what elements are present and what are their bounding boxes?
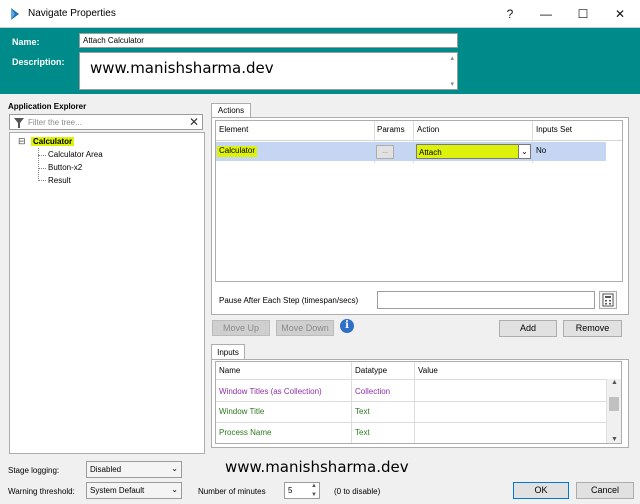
col-value: Value xyxy=(418,366,438,375)
minutes-stepper[interactable]: 5 ▲ ▼ xyxy=(284,482,320,499)
chevron-down-icon: ⌄ xyxy=(171,485,178,494)
close-button[interactable]: ✕ xyxy=(602,0,638,28)
blueprism-app-icon xyxy=(11,8,19,20)
move-up-button[interactable]: Move Up xyxy=(212,320,270,336)
actions-grid: Element Params Action Inputs Set Calcula… xyxy=(215,120,623,282)
chevron-down-icon[interactable]: ⌄ xyxy=(518,145,530,158)
title-bar: Navigate Properties ? — ☐ ✕ xyxy=(0,0,640,28)
description-label: Description: xyxy=(12,57,65,67)
inputs-scrollbar[interactable]: ▲ ▼ xyxy=(606,379,621,443)
clear-filter-icon[interactable]: ✕ xyxy=(189,115,199,129)
input-type-process-name: Text xyxy=(355,428,370,437)
explorer-title: Application Explorer xyxy=(8,102,87,111)
pause-label: Pause After Each Step (timespan/secs) xyxy=(219,296,359,305)
action-dropdown-value: Attach xyxy=(419,148,442,157)
header-band: Name: Attach Calculator Description: www… xyxy=(0,28,640,94)
input-name-window-title: Window Title xyxy=(219,407,265,416)
col-inputs-set: Inputs Set xyxy=(536,125,573,134)
tab-inputs[interactable]: Inputs xyxy=(211,344,245,360)
scrollbar-thumb[interactable] xyxy=(609,397,619,411)
tree-item-calculator[interactable]: Calculator xyxy=(31,137,75,146)
tree-item-calculator-area[interactable]: Calculator Area xyxy=(48,150,103,159)
move-down-button[interactable]: Move Down xyxy=(276,320,334,336)
cancel-button[interactable]: Cancel xyxy=(576,482,634,499)
input-value-window-titles[interactable] xyxy=(416,381,604,400)
stage-logging-label: Stage logging: xyxy=(8,466,60,475)
maximize-button[interactable]: ☐ xyxy=(565,0,601,28)
tree-item-button-x2[interactable]: Button-x2 xyxy=(48,163,82,172)
input-type-window-title: Text xyxy=(355,407,370,416)
inputs-grid: Name Datatype Value Window Titles (as Co… xyxy=(215,361,622,444)
action-dropdown[interactable]: Attach ⌄ xyxy=(416,144,531,159)
application-tree: ⊟ Calculator Calculator Area Button-x2 R… xyxy=(9,132,205,454)
info-icon[interactable]: i xyxy=(340,319,354,333)
filter-placeholder: Filter the tree... xyxy=(28,118,82,127)
scroll-down-icon[interactable]: ▼ xyxy=(611,436,618,443)
col-datatype: Datatype xyxy=(355,366,388,375)
input-name-process-name: Process Name xyxy=(219,428,272,437)
remove-button[interactable]: Remove xyxy=(563,320,622,337)
disable-hint: (0 to disable) xyxy=(334,487,381,496)
input-value-process-name[interactable] xyxy=(416,424,604,442)
tab-actions[interactable]: Actions xyxy=(211,103,251,118)
ok-button[interactable]: OK xyxy=(513,482,569,499)
name-label: Name: xyxy=(12,37,40,47)
input-value-window-title[interactable] xyxy=(416,403,604,421)
tree-filter[interactable]: Filter the tree... ✕ xyxy=(9,114,203,130)
col-element: Element xyxy=(219,125,249,134)
action-row[interactable]: Calculator ... Attach ⌄ No xyxy=(216,142,606,161)
warning-threshold-value: System Default xyxy=(90,486,145,495)
warning-threshold-select[interactable]: System Default ⌄ xyxy=(86,482,182,499)
row-inputs-set: No xyxy=(536,146,547,155)
scroll-up-icon[interactable]: ▴ xyxy=(450,54,454,62)
minimize-button[interactable]: — xyxy=(528,0,564,28)
stage-logging-select[interactable]: Disabled ⌄ xyxy=(86,461,182,478)
chevron-down-icon: ⌄ xyxy=(171,464,178,473)
row-element: Calculator xyxy=(217,146,257,157)
pause-field[interactable] xyxy=(377,291,595,309)
step-down-icon[interactable]: ▼ xyxy=(311,492,317,498)
tree-item-result[interactable]: Result xyxy=(48,176,71,185)
input-name-window-titles: Window Titles (as Collection) xyxy=(219,387,322,396)
scroll-down-icon[interactable]: ▾ xyxy=(450,80,454,88)
window-title: Navigate Properties xyxy=(28,8,116,19)
scroll-up-icon[interactable]: ▲ xyxy=(611,379,618,386)
col-name: Name xyxy=(219,366,241,375)
input-type-window-titles: Collection xyxy=(355,387,391,396)
params-button[interactable]: ... xyxy=(376,145,394,159)
minutes-label: Number of minutes xyxy=(198,487,266,496)
name-field[interactable]: Attach Calculator xyxy=(79,33,458,48)
filter-icon xyxy=(14,118,24,128)
footer-watermark: www.manishsharma.dev xyxy=(225,458,409,476)
minutes-value: 5 xyxy=(288,486,293,495)
description-text: www.manishsharma.dev xyxy=(90,59,274,77)
add-button[interactable]: Add xyxy=(499,320,557,337)
calculator-icon[interactable] xyxy=(599,291,617,309)
stage-logging-value: Disabled xyxy=(90,465,122,474)
description-field[interactable]: www.manishsharma.dev ▴ ▾ xyxy=(79,52,458,90)
step-up-icon[interactable]: ▲ xyxy=(311,483,317,489)
warning-threshold-label: Warning threshold: xyxy=(8,487,75,496)
help-button[interactable]: ? xyxy=(492,0,528,28)
col-params: Params xyxy=(377,125,405,134)
col-action: Action xyxy=(417,125,440,134)
tree-collapse-icon[interactable]: ⊟ xyxy=(18,136,26,147)
navigate-properties-window: Navigate Properties ? — ☐ ✕ Name: Attach… xyxy=(0,0,640,504)
